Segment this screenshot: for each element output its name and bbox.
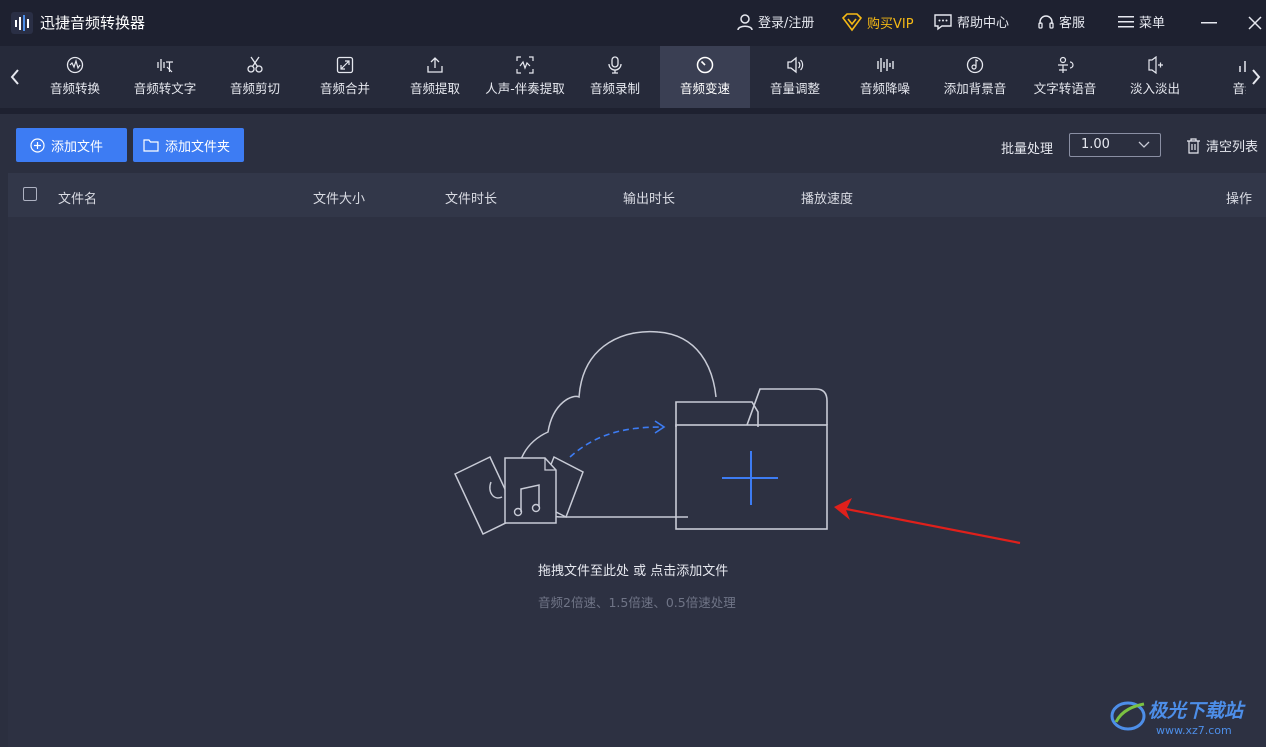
upload-icon — [427, 57, 443, 73]
tab-audio-speed[interactable]: 音频变速 — [660, 46, 750, 108]
column-file-name[interactable]: 文件名 — [58, 188, 97, 207]
tab-audio-merge[interactable]: 音频合并 — [300, 46, 390, 108]
headset-icon — [1038, 14, 1054, 29]
noise-bars-icon — [877, 58, 894, 72]
clear-list-button[interactable]: 清空列表 — [1186, 136, 1258, 155]
disc-icon — [66, 56, 84, 74]
watermark-text: 极光下载站 — [1148, 700, 1244, 722]
close-icon[interactable] — [1242, 10, 1266, 36]
waveform-text-icon — [157, 59, 173, 73]
dashed-arrow-icon — [569, 426, 664, 458]
column-file-size[interactable]: 文件大小 — [313, 188, 365, 207]
login-button[interactable]: 登录/注册 — [736, 12, 814, 31]
user-icon — [737, 13, 753, 30]
column-actions: 操作 — [1226, 192, 1253, 207]
tab-audio-to-text[interactable]: 音频转文字 — [120, 46, 210, 108]
drop-zone-title: 拖拽文件至此处 或 点击添加文件 — [538, 564, 729, 579]
text-speech-icon — [1058, 56, 1074, 73]
site-watermark: 极光下载站 www.xz7.com — [1108, 692, 1258, 742]
watermark-logo-icon — [1110, 701, 1146, 731]
chevron-down-icon — [1138, 141, 1150, 148]
add-file-button[interactable]: 添加文件 — [16, 128, 127, 162]
app-logo-icon — [11, 12, 33, 34]
tab-scroll-right-button[interactable] — [1246, 46, 1266, 108]
add-file-label: 添加文件 — [51, 139, 104, 155]
tab-audio-record[interactable]: 音频录制 — [570, 46, 660, 108]
batch-process-label: 批量处理 — [1001, 142, 1054, 157]
help-center-button[interactable]: 帮助中心 — [933, 12, 1009, 31]
fade-icon — [1148, 56, 1163, 74]
customer-service-label: 客服 — [1059, 16, 1086, 31]
file-drop-zone[interactable]: 拖拽文件至此处 或 点击添加文件 音频2倍速、1.5倍速、0.5倍速处理 — [8, 217, 1266, 747]
menu-label: 菜单 — [1139, 16, 1166, 31]
app-title: 迅捷音频转换器 — [40, 14, 146, 32]
add-folder-label: 添加文件夹 — [165, 139, 231, 155]
tab-audio-convert[interactable]: 音频转换 — [30, 46, 120, 108]
empty-state-illustration — [454, 330, 1021, 545]
file-table-header: 文件名 文件大小 文件时长 输出时长 播放速度 操作 — [8, 173, 1266, 217]
add-folder-icon — [675, 388, 828, 530]
column-playback-speed[interactable]: 播放速度 — [801, 188, 853, 207]
select-all-checkbox[interactable] — [23, 187, 37, 201]
add-folder-button[interactable]: 添加文件夹 — [133, 128, 244, 162]
tab-add-background[interactable]: 添加背景音 — [930, 46, 1020, 108]
hamburger-menu-icon — [1118, 15, 1134, 27]
folder-icon — [143, 139, 159, 152]
title-bar: 迅捷音频转换器 登录/注册 购买VIP 帮助中心 客服 菜单 — [0, 0, 1266, 46]
buy-vip-button[interactable]: 购买VIP — [841, 12, 914, 32]
help-center-label: 帮助中心 — [957, 16, 1010, 31]
tab-audio-cut[interactable]: 音频剪切 — [210, 46, 300, 108]
audio-files-icon — [454, 455, 584, 536]
merge-icon — [336, 56, 354, 74]
clear-list-label: 清空列表 — [1206, 140, 1259, 155]
column-file-duration[interactable]: 文件时长 — [445, 188, 497, 207]
menu-button[interactable]: 菜单 — [1117, 12, 1165, 31]
batch-speed-value: 1.00 — [1081, 137, 1110, 152]
microphone-icon — [608, 56, 622, 74]
tab-vocal-extract[interactable]: 人声-伴奏提取 — [480, 46, 570, 108]
voice-extract-icon — [516, 56, 534, 74]
tab-noise-reduction[interactable]: 音频降噪 — [840, 46, 930, 108]
tab-fade-in-out[interactable]: 淡入淡出 — [1110, 46, 1200, 108]
function-tab-bar: 音频转换 音频转文字 音频剪切 音频合并 音频提取 人声-伴奏提取 音频录制 音… — [0, 46, 1266, 108]
music-disc-icon — [966, 56, 984, 74]
scissors-icon — [247, 56, 263, 73]
drop-zone-subtitle: 音频2倍速、1.5倍速、0.5倍速处理 — [538, 595, 736, 610]
annotation-arrow-icon — [835, 505, 1021, 545]
chevron-right-icon — [1252, 69, 1261, 85]
batch-speed-select[interactable]: 1.00 — [1069, 133, 1161, 157]
trash-icon — [1187, 137, 1200, 154]
vip-label: 购买VIP — [867, 16, 914, 32]
column-output-duration[interactable]: 输出时长 — [623, 188, 675, 207]
tab-scroll-left-button[interactable] — [0, 46, 30, 108]
tab-audio-extract[interactable]: 音频提取 — [390, 46, 480, 108]
speaker-icon — [787, 56, 804, 74]
tab-text-to-speech[interactable]: 文字转语音 — [1020, 46, 1110, 108]
login-label: 登录/注册 — [758, 16, 815, 31]
chat-bubble-icon — [934, 13, 952, 30]
customer-service-button[interactable]: 客服 — [1037, 12, 1085, 31]
minimize-icon[interactable] — [1196, 10, 1222, 36]
tab-volume-adjust[interactable]: 音量调整 — [750, 46, 840, 108]
speed-icon — [696, 56, 714, 74]
vip-diamond-icon — [841, 13, 863, 32]
main-content: 添加文件 添加文件夹 批量处理 1.00 清空列表 文件名 文件大小 文件时长 … — [0, 114, 1266, 747]
plus-circle-icon — [30, 137, 45, 153]
watermark-url: www.xz7.com — [1156, 724, 1232, 737]
